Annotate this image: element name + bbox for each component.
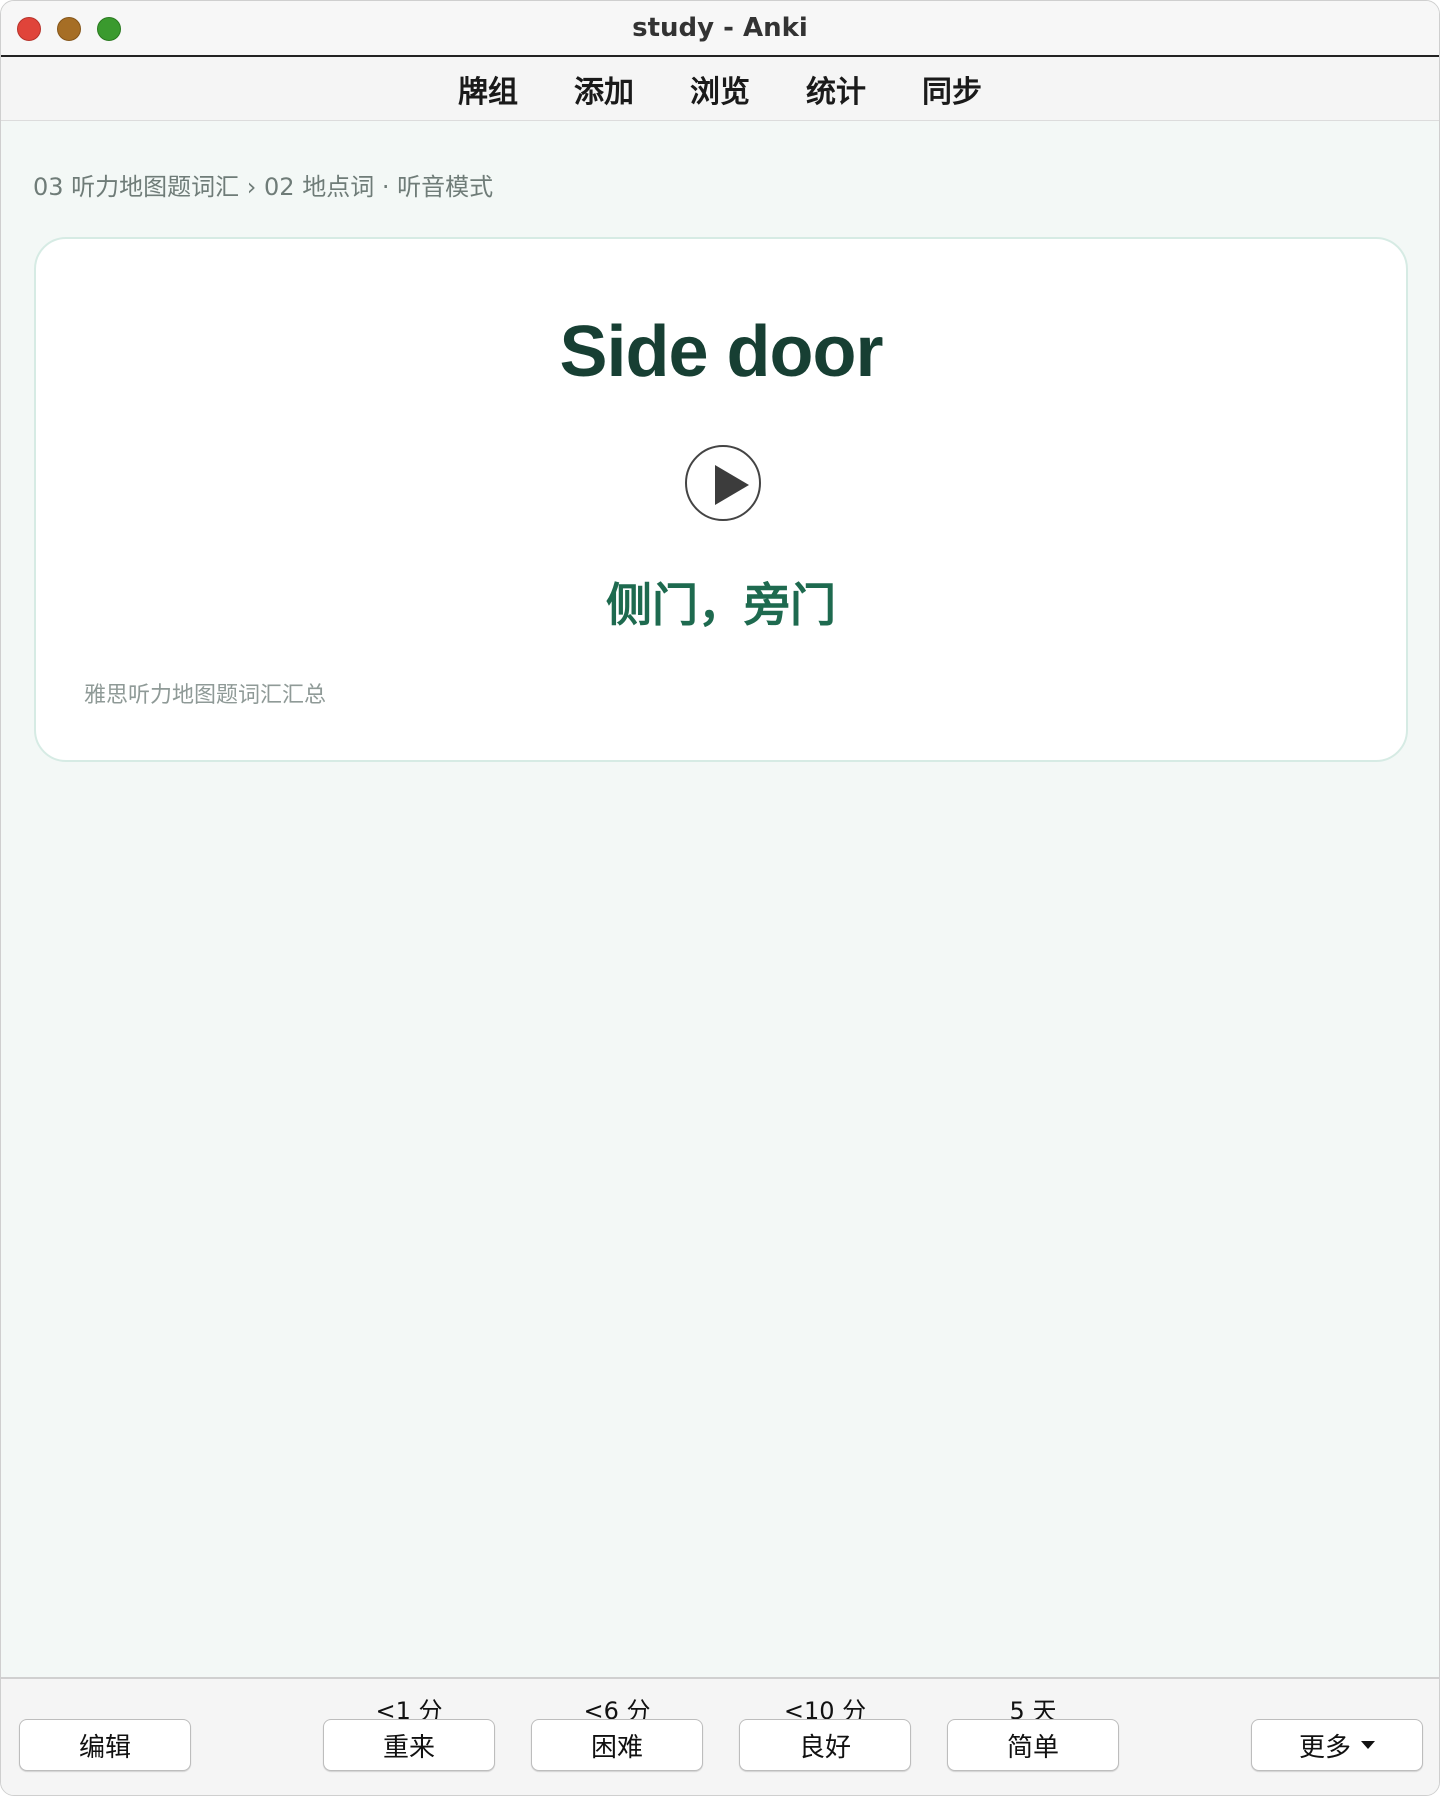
easy-button-label: 简单 xyxy=(1006,1732,1059,1763)
flashcard: Side door 侧门，旁门 雅思听力地图题词汇汇总 xyxy=(34,237,1408,762)
toolbar-stats[interactable]: 统计 xyxy=(806,67,866,111)
main-toolbar: 牌组 添加 浏览 统计 同步 xyxy=(1,57,1439,121)
hard-button-label: 困难 xyxy=(590,1732,643,1763)
edit-button-label: 编辑 xyxy=(78,1732,131,1763)
card-word: Side door xyxy=(559,312,883,392)
more-button[interactable]: 更多 xyxy=(1251,1719,1423,1771)
hard-button[interactable]: 困难 xyxy=(531,1719,703,1771)
again-button-label: 重来 xyxy=(382,1732,435,1763)
easy-button[interactable]: 简单 xyxy=(947,1719,1119,1771)
good-button[interactable]: 良好 xyxy=(739,1719,911,1771)
toolbar-browse[interactable]: 浏览 xyxy=(690,67,750,111)
again-button[interactable]: 重来 xyxy=(323,1719,495,1771)
good-button-label: 良好 xyxy=(798,1732,851,1763)
card-source: 雅思听力地图题词汇汇总 xyxy=(84,683,327,708)
audio-play-button[interactable] xyxy=(685,445,761,521)
toolbar-decks[interactable]: 牌组 xyxy=(458,67,518,111)
more-button-label: 更多 xyxy=(1298,1732,1351,1763)
edit-button[interactable]: 编辑 xyxy=(19,1719,191,1771)
play-icon xyxy=(715,465,749,505)
caret-down-icon xyxy=(1361,1741,1375,1749)
toolbar-add[interactable]: 添加 xyxy=(574,67,634,111)
window-title: study - Anki xyxy=(632,13,808,43)
deck-breadcrumb: 03 听力地图题词汇 › 02 地点词 · 听音模式 xyxy=(33,173,494,201)
answer-bar: 编辑 <1 分 重来 <6 分 困难 <10 分 良好 5 天 简单 更多 xyxy=(1,1677,1439,1795)
toolbar-sync[interactable]: 同步 xyxy=(922,67,982,111)
title-bar: study - Anki xyxy=(1,1,1439,57)
card-meaning: 侧门，旁门 xyxy=(606,578,836,632)
anki-window: study - Anki 牌组 添加 浏览 统计 同步 03 听力地图题词汇 ›… xyxy=(0,0,1440,1796)
